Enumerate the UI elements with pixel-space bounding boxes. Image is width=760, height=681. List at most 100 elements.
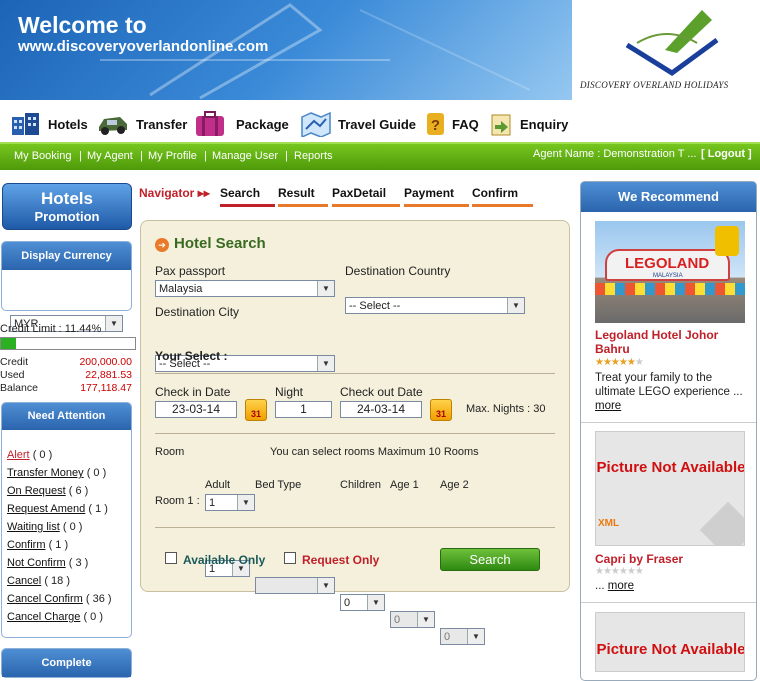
room-count-select[interactable]: 1 ▼ (205, 494, 255, 511)
welcome-title: Welcome to (18, 12, 147, 38)
agent-name: Agent Name : Demonstration T ... (533, 148, 697, 160)
destination-country-select[interactable]: -- Select -- ▼ (345, 297, 525, 314)
more-link-2[interactable]: more (608, 580, 634, 592)
legoland-hotel-image[interactable]: LEGOLAND MALAYSIA (595, 221, 745, 323)
star-rating-empty-icon: ★★★★★★ (595, 566, 644, 577)
attention-link[interactable]: Request Amend (7, 503, 85, 515)
tab-paxdetail[interactable]: PaxDetail (332, 186, 400, 207)
hotels-promotion-button[interactable]: Hotels Promotion (2, 183, 132, 230)
link-reports[interactable]: Reports (294, 150, 333, 162)
recommend-hotel-name-2[interactable]: Capri by Fraser (595, 552, 683, 566)
chevron-down-icon: ▼ (467, 629, 484, 644)
chevron-down-icon: ▼ (367, 595, 384, 610)
request-only-label: Request Only (302, 553, 380, 567)
promo-subtitle: Promotion (34, 209, 100, 224)
tab-result[interactable]: Result (278, 186, 328, 207)
nav-faq[interactable]: ? FAQ (426, 106, 479, 142)
calendar-icon[interactable]: 31 (245, 399, 267, 421)
age1-select[interactable]: 0 ▼ (390, 611, 435, 628)
attention-item: Alert ( 0 ) (7, 446, 131, 464)
night-label: Night (275, 385, 304, 399)
calendar-icon[interactable]: 31 (430, 399, 452, 421)
nav-hotels[interactable]: Hotels (10, 106, 88, 142)
link-my-agent[interactable]: My Agent (87, 150, 133, 162)
no-picture-text: Picture Not Available (596, 459, 745, 476)
used-value: 22,881.53 (85, 369, 132, 381)
attention-count: ( 3 ) (68, 557, 89, 569)
checkout-date-input[interactable]: 24-03-14 (340, 401, 422, 418)
link-manage-user[interactable]: Manage User (212, 150, 278, 162)
attention-list: Alert ( 0 ) Transfer Money ( 0 ) On Reques… (2, 430, 131, 626)
destination-city-label: Destination City (155, 305, 240, 319)
site-url: www.discoveryoverlandonline.com (18, 38, 269, 55)
more-link[interactable]: more (595, 400, 621, 412)
company-logo[interactable]: DISCOVERY OVERLAND HOLIDAYS (572, 0, 760, 100)
your-select-label: Your Select : (155, 349, 228, 363)
children-select[interactable]: 0 ▼ (340, 594, 385, 611)
nav-travel-guide-label: Travel Guide (338, 116, 417, 132)
nav-package[interactable]: Package (194, 106, 289, 142)
request-only-checkbox[interactable] (284, 552, 296, 564)
nav-transfer[interactable]: Transfer (96, 106, 187, 142)
attention-count: ( 0 ) (83, 611, 103, 623)
max-nights-text: Max. Nights : 30 (466, 403, 546, 415)
attention-count: ( 0 ) (62, 521, 83, 533)
recommend-hotel-desc: Treat your family to the ultimate LEGO e… (595, 372, 743, 412)
link-my-profile[interactable]: My Profile (148, 150, 197, 162)
picture-not-available-image[interactable]: Picture Not Available XML XML (595, 431, 745, 546)
complete-title: Complete (2, 649, 131, 677)
available-only-checkbox[interactable] (165, 552, 177, 564)
attention-count: ( 1 ) (48, 539, 69, 551)
nav-transfer-label: Transfer (136, 116, 188, 132)
chevron-down-icon: ▼ (507, 298, 524, 313)
logo-text: DISCOVERY OVERLAND HOLIDAYS (580, 80, 729, 90)
attention-count: ( 0 ) (86, 467, 107, 479)
room1-label: Room 1 : (155, 495, 200, 507)
xml-icon: XML (598, 518, 620, 529)
credit-summary: Credit 200,000.00 Used 22,881.53 Balance 17… (0, 356, 132, 394)
attention-link[interactable]: Confirm (7, 539, 46, 551)
attention-link[interactable]: Not Confirm (7, 557, 66, 569)
balance-value: 177,118.47 (80, 382, 132, 394)
pax-passport-select[interactable]: Malaysia ▼ (155, 280, 335, 297)
legoland-sign: LEGOLAND (625, 255, 710, 272)
suitcase-icon (196, 111, 224, 136)
navigator-label: Navigator ▸▸ (139, 186, 210, 200)
attention-link[interactable]: Transfer Money (7, 467, 84, 479)
chevron-down-icon: ▼ (417, 612, 434, 627)
age2-select[interactable]: 0 ▼ (440, 628, 485, 645)
link-my-booking[interactable]: My Booking (14, 150, 71, 162)
credit-value: 200,000.00 (79, 356, 132, 368)
picture-not-available-image-3[interactable]: Picture Not Available (595, 612, 745, 672)
nav-enquiry[interactable]: Enquiry (490, 106, 568, 142)
recommend-hotel-name[interactable]: Legoland Hotel Johor Bahru (595, 328, 745, 356)
night-input[interactable]: 1 (275, 401, 332, 418)
attention-count: ( 36 ) (85, 593, 112, 605)
tab-payment[interactable]: Payment (404, 186, 469, 207)
bed-type-label: Bed Type (255, 479, 302, 491)
need-attention-panel: Need Attention Alert ( 0 ) Transfer Money… (1, 402, 132, 638)
no-picture-text-3: Picture Not Available (596, 641, 745, 658)
attention-item: Confirm ( 1 ) (7, 536, 131, 554)
logout-link[interactable]: [ Logout ] (701, 148, 752, 160)
recommend-title: We Recommend (581, 182, 756, 212)
tab-confirm[interactable]: Confirm (472, 186, 533, 207)
attention-link[interactable]: Cancel Confirm (7, 593, 83, 605)
checkin-date-input[interactable]: 23-03-14 (155, 401, 237, 418)
tab-search[interactable]: Search (220, 186, 275, 207)
attention-link[interactable]: Alert (7, 449, 30, 461)
attention-link[interactable]: On Request (7, 485, 66, 497)
nav-hotels-label: Hotels (48, 116, 88, 132)
attention-link[interactable]: Cancel Charge (7, 611, 80, 623)
attention-count: ( 0 ) (32, 449, 53, 461)
nav-travel-guide[interactable]: Travel Guide (300, 106, 416, 142)
attention-link[interactable]: Cancel (7, 575, 41, 587)
attention-link[interactable]: Waiting list (7, 521, 60, 533)
age1-label: Age 1 (390, 479, 419, 491)
bed-type-select[interactable]: ▼ (255, 577, 335, 594)
room-label: Room (155, 446, 185, 458)
star-rating-icon: ★★★★★★ (595, 357, 644, 368)
available-only-label: Available Only (183, 553, 266, 567)
header-banner: Welcome to www.discoveryoverlandonline.c… (0, 0, 760, 100)
search-button[interactable]: Search (440, 548, 540, 571)
